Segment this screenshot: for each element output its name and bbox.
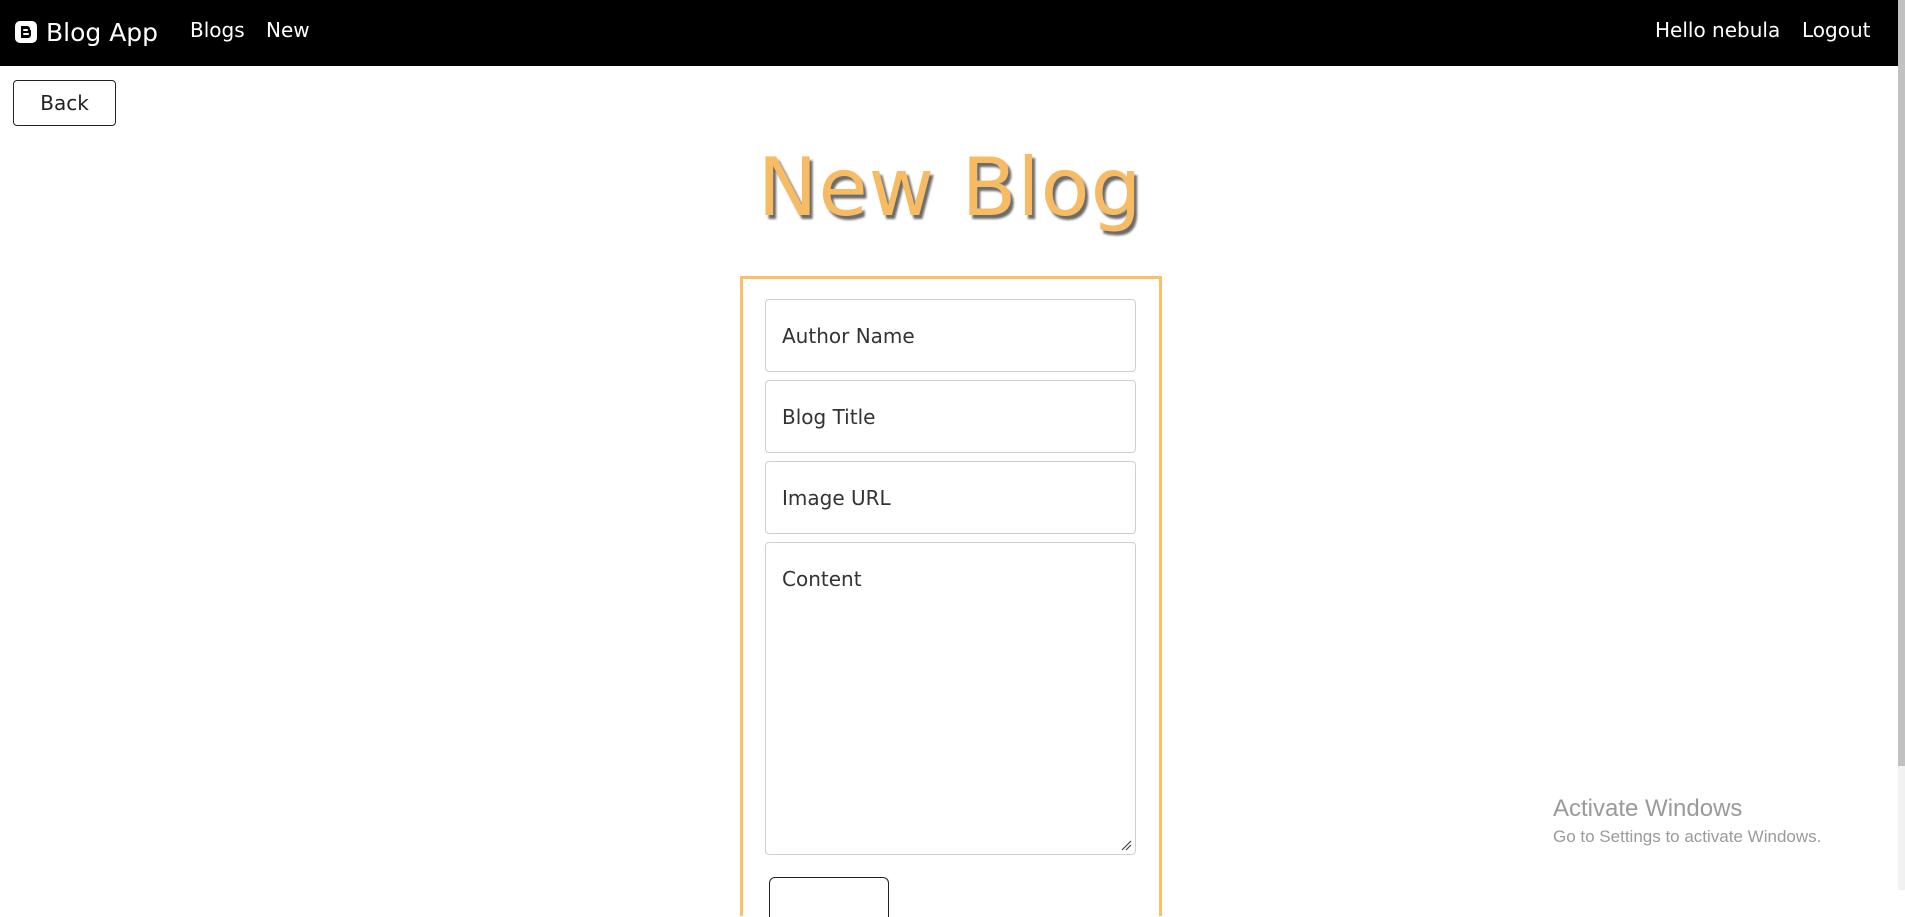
watermark-title: Activate Windows [1553,795,1743,822]
navbar: Blog App Blogs New Hello nebula Logout [0,0,1905,66]
content-placeholder: Content [782,567,862,591]
submit-button[interactable] [769,877,889,917]
image-url-placeholder: Image URL [782,485,891,510]
nav-link-blogs[interactable]: Blogs [190,18,245,42]
new-blog-form: Author Name Blog Title Image URL Content [740,276,1162,917]
resize-grip-icon[interactable] [1120,839,1132,851]
author-name-input[interactable]: Author Name [765,299,1136,372]
author-name-placeholder: Author Name [782,323,915,348]
logout-link[interactable]: Logout [1802,18,1870,42]
nav-link-new[interactable]: New [266,18,310,42]
page-title: New Blog [757,141,1143,234]
brand-link[interactable]: Blog App [14,14,158,50]
blog-title-input[interactable]: Blog Title [765,380,1136,453]
content-textarea[interactable]: Content [765,542,1136,855]
image-url-input[interactable]: Image URL [765,461,1136,534]
back-button[interactable]: Back [13,80,116,126]
scrollbar-track[interactable] [1898,0,1905,890]
windows-activation-watermark: Activate Windows Go to Settings to activ… [1553,793,1821,849]
blogger-icon [15,21,37,43]
scrollbar-thumb[interactable] [1898,0,1905,766]
user-greeting: Hello nebula [1655,18,1781,42]
brand-text: Blog App [46,17,159,47]
watermark-subtitle: Go to Settings to activate Windows. [1553,827,1822,846]
blog-title-placeholder: Blog Title [782,404,876,429]
